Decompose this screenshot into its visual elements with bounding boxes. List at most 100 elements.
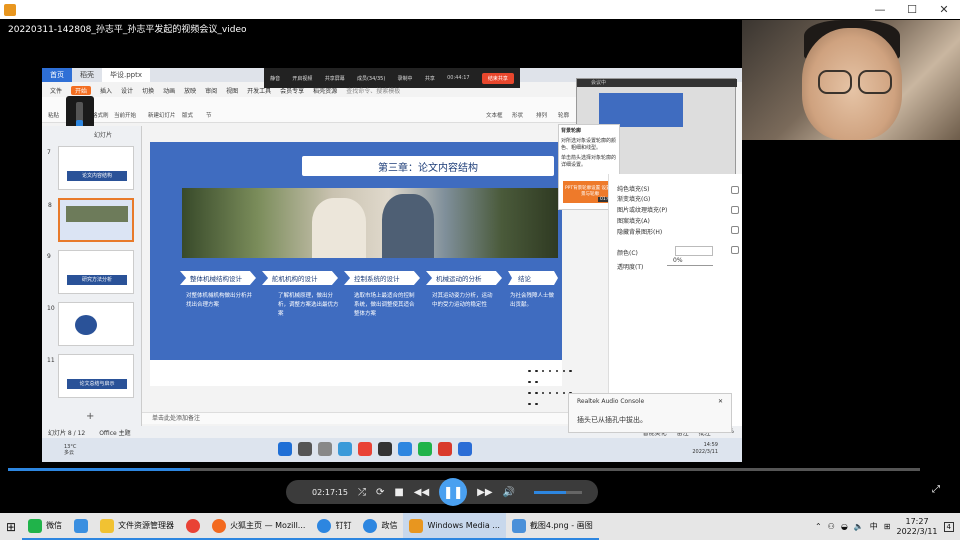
textbox-button[interactable]: 文本框 bbox=[486, 111, 503, 119]
menu-devtools[interactable]: 开发工具 bbox=[247, 86, 271, 95]
from-current-button[interactable]: 当前开始 bbox=[114, 111, 136, 119]
fill-picture[interactable]: 图片或纹理填充(P) bbox=[617, 205, 667, 214]
record-button[interactable]: 录制中 bbox=[398, 75, 413, 82]
stop-icon[interactable]: ■ bbox=[394, 487, 403, 498]
menu-file[interactable]: 文件 bbox=[50, 86, 62, 95]
paste-button[interactable]: 粘贴 bbox=[48, 111, 59, 119]
task-view-icon[interactable] bbox=[318, 442, 332, 456]
thumbnail-slide-10[interactable]: 10 bbox=[47, 302, 134, 346]
menu-insert[interactable]: 插入 bbox=[100, 86, 112, 95]
shape-button[interactable]: 形状 bbox=[512, 111, 523, 119]
volume-icon[interactable]: 🔊 bbox=[503, 487, 515, 498]
seek-fill bbox=[8, 468, 191, 471]
mute-button[interactable]: 静音 bbox=[270, 75, 280, 82]
minimize-button[interactable]: — bbox=[864, 0, 896, 19]
system-clock[interactable]: 17:27 2022/3/11 bbox=[897, 517, 938, 537]
system-tray: ⌃ ⚇ ◒ 🔈 中 ⊞ 17:27 2022/3/11 4 bbox=[815, 517, 960, 537]
seek-bar[interactable] bbox=[8, 468, 920, 471]
menu-transition[interactable]: 切换 bbox=[142, 86, 154, 95]
close-button[interactable]: ✕ bbox=[928, 0, 960, 19]
thumbs-header[interactable]: 幻灯片 bbox=[94, 130, 112, 139]
transparency-slider[interactable] bbox=[667, 265, 713, 266]
video-button[interactable]: 开启视频 bbox=[292, 75, 312, 82]
app-icon[interactable] bbox=[378, 442, 392, 456]
tab-docer[interactable]: 稻壳 bbox=[72, 68, 102, 82]
fullscreen-icon[interactable]: ⤢ bbox=[932, 484, 940, 495]
windows-start-icon[interactable] bbox=[278, 442, 292, 456]
taskbar-firefox[interactable]: 火狐主页 — Mozill... bbox=[206, 513, 312, 540]
menu-view[interactable]: 视图 bbox=[226, 86, 238, 95]
rewind-icon[interactable]: ◀◀ bbox=[414, 487, 429, 498]
wps-icon[interactable] bbox=[438, 442, 452, 456]
fill-gradient[interactable]: 渐变填充(G) bbox=[617, 194, 650, 203]
notes-area[interactable]: 单击此处添加备注 bbox=[142, 412, 582, 424]
panel-icon-3[interactable] bbox=[731, 226, 739, 234]
edge-icon[interactable] bbox=[338, 442, 352, 456]
format-painter-button[interactable]: 格式刷 bbox=[92, 111, 109, 119]
taskbar-dingtalk[interactable]: 钉钉 bbox=[311, 513, 358, 540]
menu-design[interactable]: 设计 bbox=[121, 86, 133, 95]
section-button[interactable]: 节 bbox=[206, 111, 212, 119]
share-screen-button[interactable]: 共享屏幕 bbox=[325, 75, 345, 82]
ime-indicator[interactable]: 中 bbox=[870, 521, 878, 532]
color-picker[interactable] bbox=[675, 246, 713, 256]
thumbnail-slide-8[interactable]: 8 bbox=[48, 198, 134, 242]
hide-bg-graphics[interactable]: 隐藏背景图形(H) bbox=[617, 227, 662, 236]
members-button[interactable]: 成员(34/35) bbox=[357, 75, 385, 82]
search-input[interactable]: 查找命令、搜索模板 bbox=[346, 86, 400, 95]
add-slide-button[interactable]: + bbox=[86, 411, 94, 422]
panel-icon-1[interactable] bbox=[731, 186, 739, 194]
thumbnail-slide-9[interactable]: 9 研究方法分析 bbox=[47, 250, 134, 294]
outline-button[interactable]: 轮廓 bbox=[558, 111, 569, 119]
menu-slideshow[interactable]: 放映 bbox=[184, 86, 196, 95]
repeat-icon[interactable]: ⟳ bbox=[376, 487, 384, 498]
menu-member[interactable]: 会员专享 bbox=[280, 86, 304, 95]
speaker-icon[interactable]: 🔈 bbox=[854, 522, 864, 531]
stop-share-button[interactable]: 结束共享 bbox=[481, 72, 514, 84]
new-slide-button[interactable]: 新建幻灯片 bbox=[148, 111, 176, 119]
network-icon[interactable]: ◒ bbox=[841, 522, 848, 531]
panel-icon-4[interactable] bbox=[731, 246, 739, 254]
arrange-button[interactable]: 排列 bbox=[536, 111, 547, 119]
taskbar-chrome[interactable] bbox=[180, 513, 207, 540]
menu-resources[interactable]: 稻壳资源 bbox=[313, 86, 337, 95]
taskbar-wechat[interactable]: 微信 bbox=[22, 513, 69, 540]
taskbar-media-player[interactable]: Windows Media ... bbox=[403, 513, 506, 540]
pause-button[interactable]: ❚❚ bbox=[439, 478, 468, 506]
layout-button[interactable]: 版式 bbox=[182, 111, 193, 119]
weather-widget[interactable]: 13°C 多云 bbox=[64, 444, 76, 456]
chrome-icon[interactable] bbox=[358, 442, 372, 456]
thumbnail-slide-11[interactable]: 11 论文总结与启示 bbox=[47, 354, 134, 398]
menu-review[interactable]: 审阅 bbox=[205, 86, 217, 95]
search-icon[interactable] bbox=[298, 442, 312, 456]
people-icon[interactable]: ⚇ bbox=[828, 522, 835, 531]
realtek-close-button[interactable]: ✕ bbox=[718, 398, 723, 405]
share-button[interactable]: 共享 bbox=[425, 75, 435, 82]
start-button[interactable]: ⊞ bbox=[0, 513, 22, 540]
taskbar-app[interactable] bbox=[68, 513, 95, 540]
volume-slider[interactable] bbox=[534, 491, 582, 494]
input-mode-icon[interactable]: ⊞ bbox=[884, 522, 891, 531]
forward-icon[interactable]: ▶▶ bbox=[477, 487, 492, 498]
wechat-icon[interactable] bbox=[418, 442, 432, 456]
inner-clock[interactable]: 14:59 2022/3/11 bbox=[692, 442, 718, 456]
fill-solid[interactable]: 纯色填充(S) bbox=[617, 184, 650, 193]
meeting-icon[interactable] bbox=[458, 442, 472, 456]
fill-pattern[interactable]: 图案填充(A) bbox=[617, 216, 650, 225]
menu-start[interactable]: 开始 bbox=[71, 85, 92, 95]
menu-animation[interactable]: 动画 bbox=[163, 86, 175, 95]
taskbar-zhengxin[interactable]: 政信 bbox=[357, 513, 404, 540]
thumbnail-slide-7[interactable]: 7 论文内容结构 bbox=[47, 146, 134, 190]
shuffle-icon[interactable]: ⤮ bbox=[358, 487, 366, 498]
dingtalk-icon[interactable] bbox=[398, 442, 412, 456]
maximize-button[interactable]: ☐ bbox=[896, 0, 928, 19]
notification-icon[interactable]: 4 bbox=[943, 521, 954, 532]
tab-home[interactable]: 首页 bbox=[42, 68, 72, 82]
taskbar-paint[interactable]: 截图4.png - 画图 bbox=[505, 513, 599, 540]
panel-icon-2[interactable] bbox=[731, 206, 739, 214]
realtek-notification[interactable]: Realtek Audio Console ✕ 插头已从插孔中拔出。 bbox=[568, 393, 732, 433]
taskbar-explorer[interactable]: 文件资源管理器 bbox=[94, 513, 181, 540]
slide-canvas[interactable]: 第三章：论文内容结构 整体机械结构设计 舵机机构的设计 控制系统的设计 机械运动… bbox=[150, 142, 572, 405]
tab-pptx[interactable]: 毕设.pptx bbox=[102, 68, 150, 82]
tray-overflow-icon[interactable]: ⌃ bbox=[815, 522, 822, 531]
